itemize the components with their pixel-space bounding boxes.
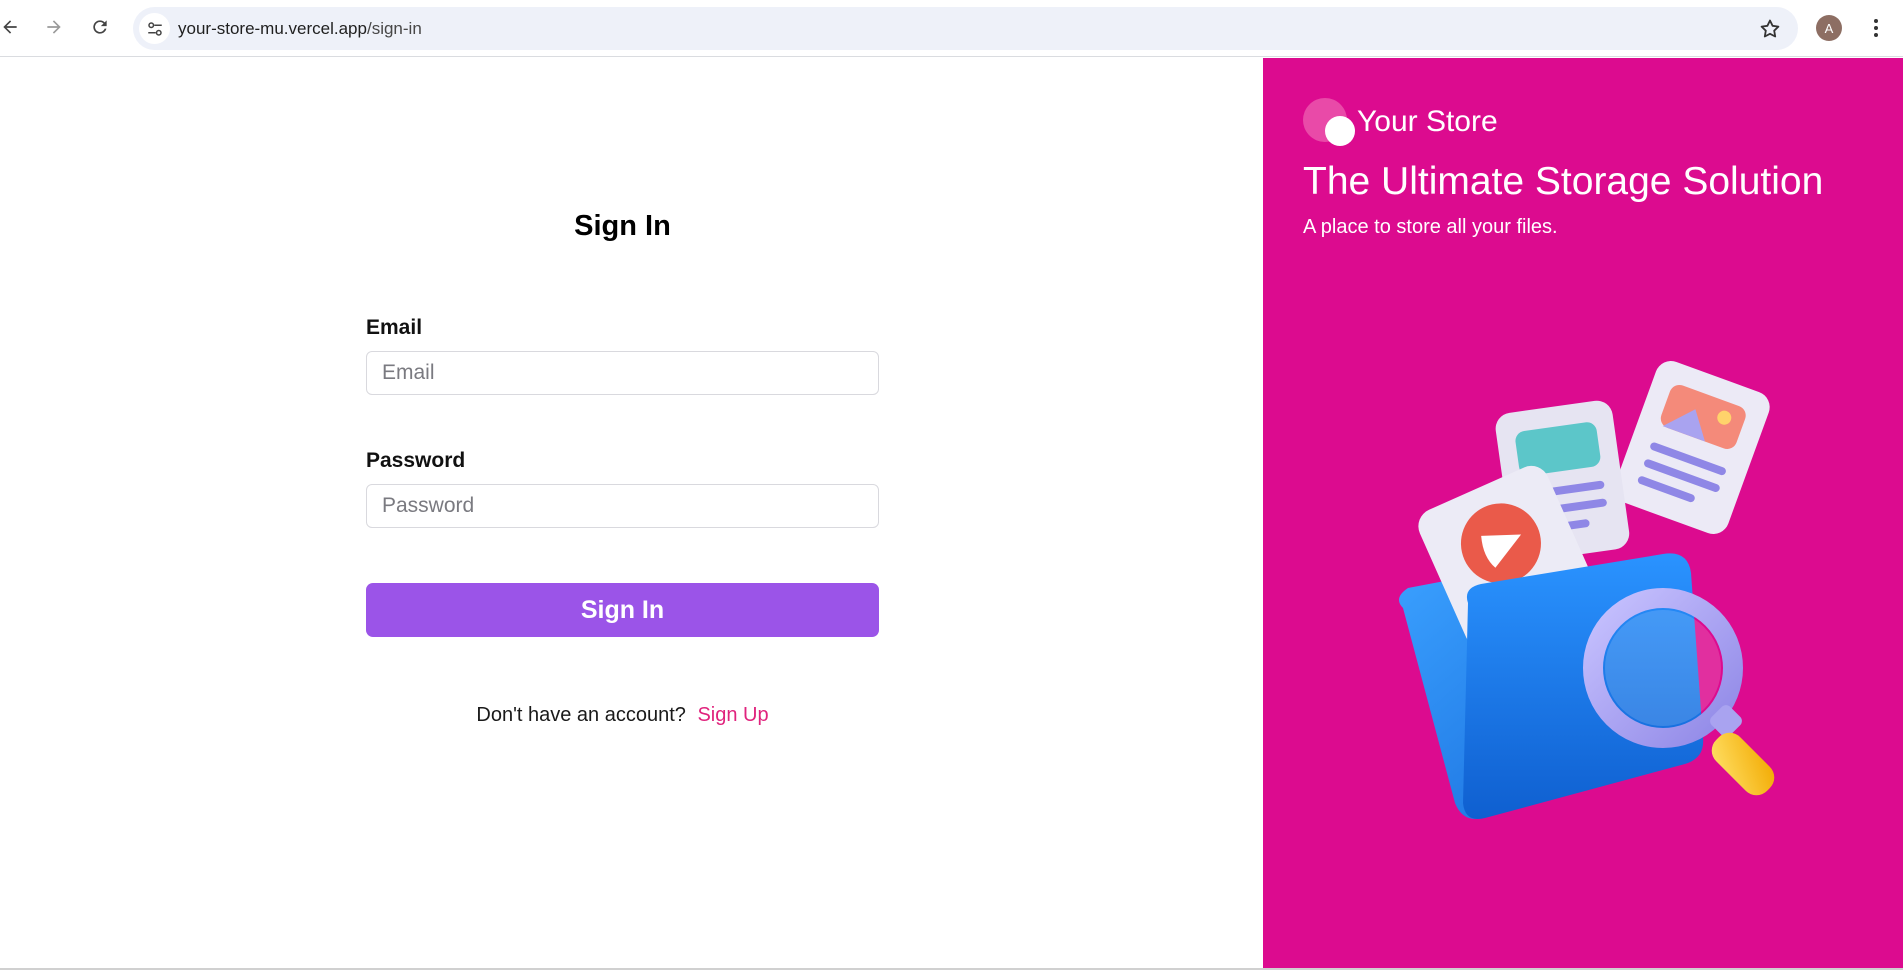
bookmark-star-icon[interactable] <box>1758 17 1782 41</box>
forward-button[interactable] <box>37 10 71 44</box>
password-label: Password <box>366 449 466 472</box>
avatar-letter: A <box>1824 20 1834 36</box>
forward-arrow-icon <box>47 20 61 34</box>
email-label: Email <box>366 316 423 339</box>
email-field[interactable] <box>366 351 879 395</box>
sign-up-link[interactable]: Sign Up <box>697 704 768 726</box>
site-settings-button[interactable] <box>139 13 170 44</box>
profile-avatar[interactable]: A <box>1816 15 1842 41</box>
reload-button[interactable] <box>83 10 117 44</box>
back-arrow-icon <box>3 20 17 34</box>
reload-icon <box>93 20 107 34</box>
brand-name: Your Store <box>1357 105 1498 138</box>
file-storage-illustration <box>1399 361 1775 819</box>
browser-toolbar: your-store-mu.vercel.app/sign-in A <box>0 0 1903 57</box>
kebab-menu-icon <box>1874 19 1878 37</box>
store-logo-icon <box>1303 98 1355 146</box>
brand-headline: The Ultimate Storage Solution <box>1303 160 1824 203</box>
page-title: Sign In <box>574 210 671 242</box>
url-path: /sign-in <box>366 19 422 38</box>
signin-form: Email Password Sign In <box>366 316 879 637</box>
brand-panel: Your Store The Ultimate Storage Solution… <box>1263 58 1903 968</box>
logo-circle-front <box>1325 116 1355 146</box>
back-button[interactable] <box>0 10 27 44</box>
url-text: your-store-mu.vercel.app/sign-in <box>178 19 422 39</box>
password-group: Password <box>366 449 879 528</box>
sign-in-button[interactable]: Sign In <box>366 583 879 637</box>
signin-panel: Sign In Email Password Sign In Don't hav… <box>0 58 1263 968</box>
password-field[interactable] <box>366 484 879 528</box>
site-settings-icon <box>147 21 162 36</box>
url-host: your-store-mu.vercel.app <box>178 19 367 38</box>
brand-subtitle: A place to store all your files. <box>1303 216 1558 238</box>
signup-prompt: Don't have an account? <box>476 704 686 726</box>
photo-document <box>1614 361 1770 534</box>
signup-prompt-row: Don't have an account? Sign Up <box>0 704 1245 727</box>
address-bar[interactable]: your-store-mu.vercel.app/sign-in <box>133 7 1798 50</box>
browser-menu-button[interactable] <box>1864 12 1888 44</box>
